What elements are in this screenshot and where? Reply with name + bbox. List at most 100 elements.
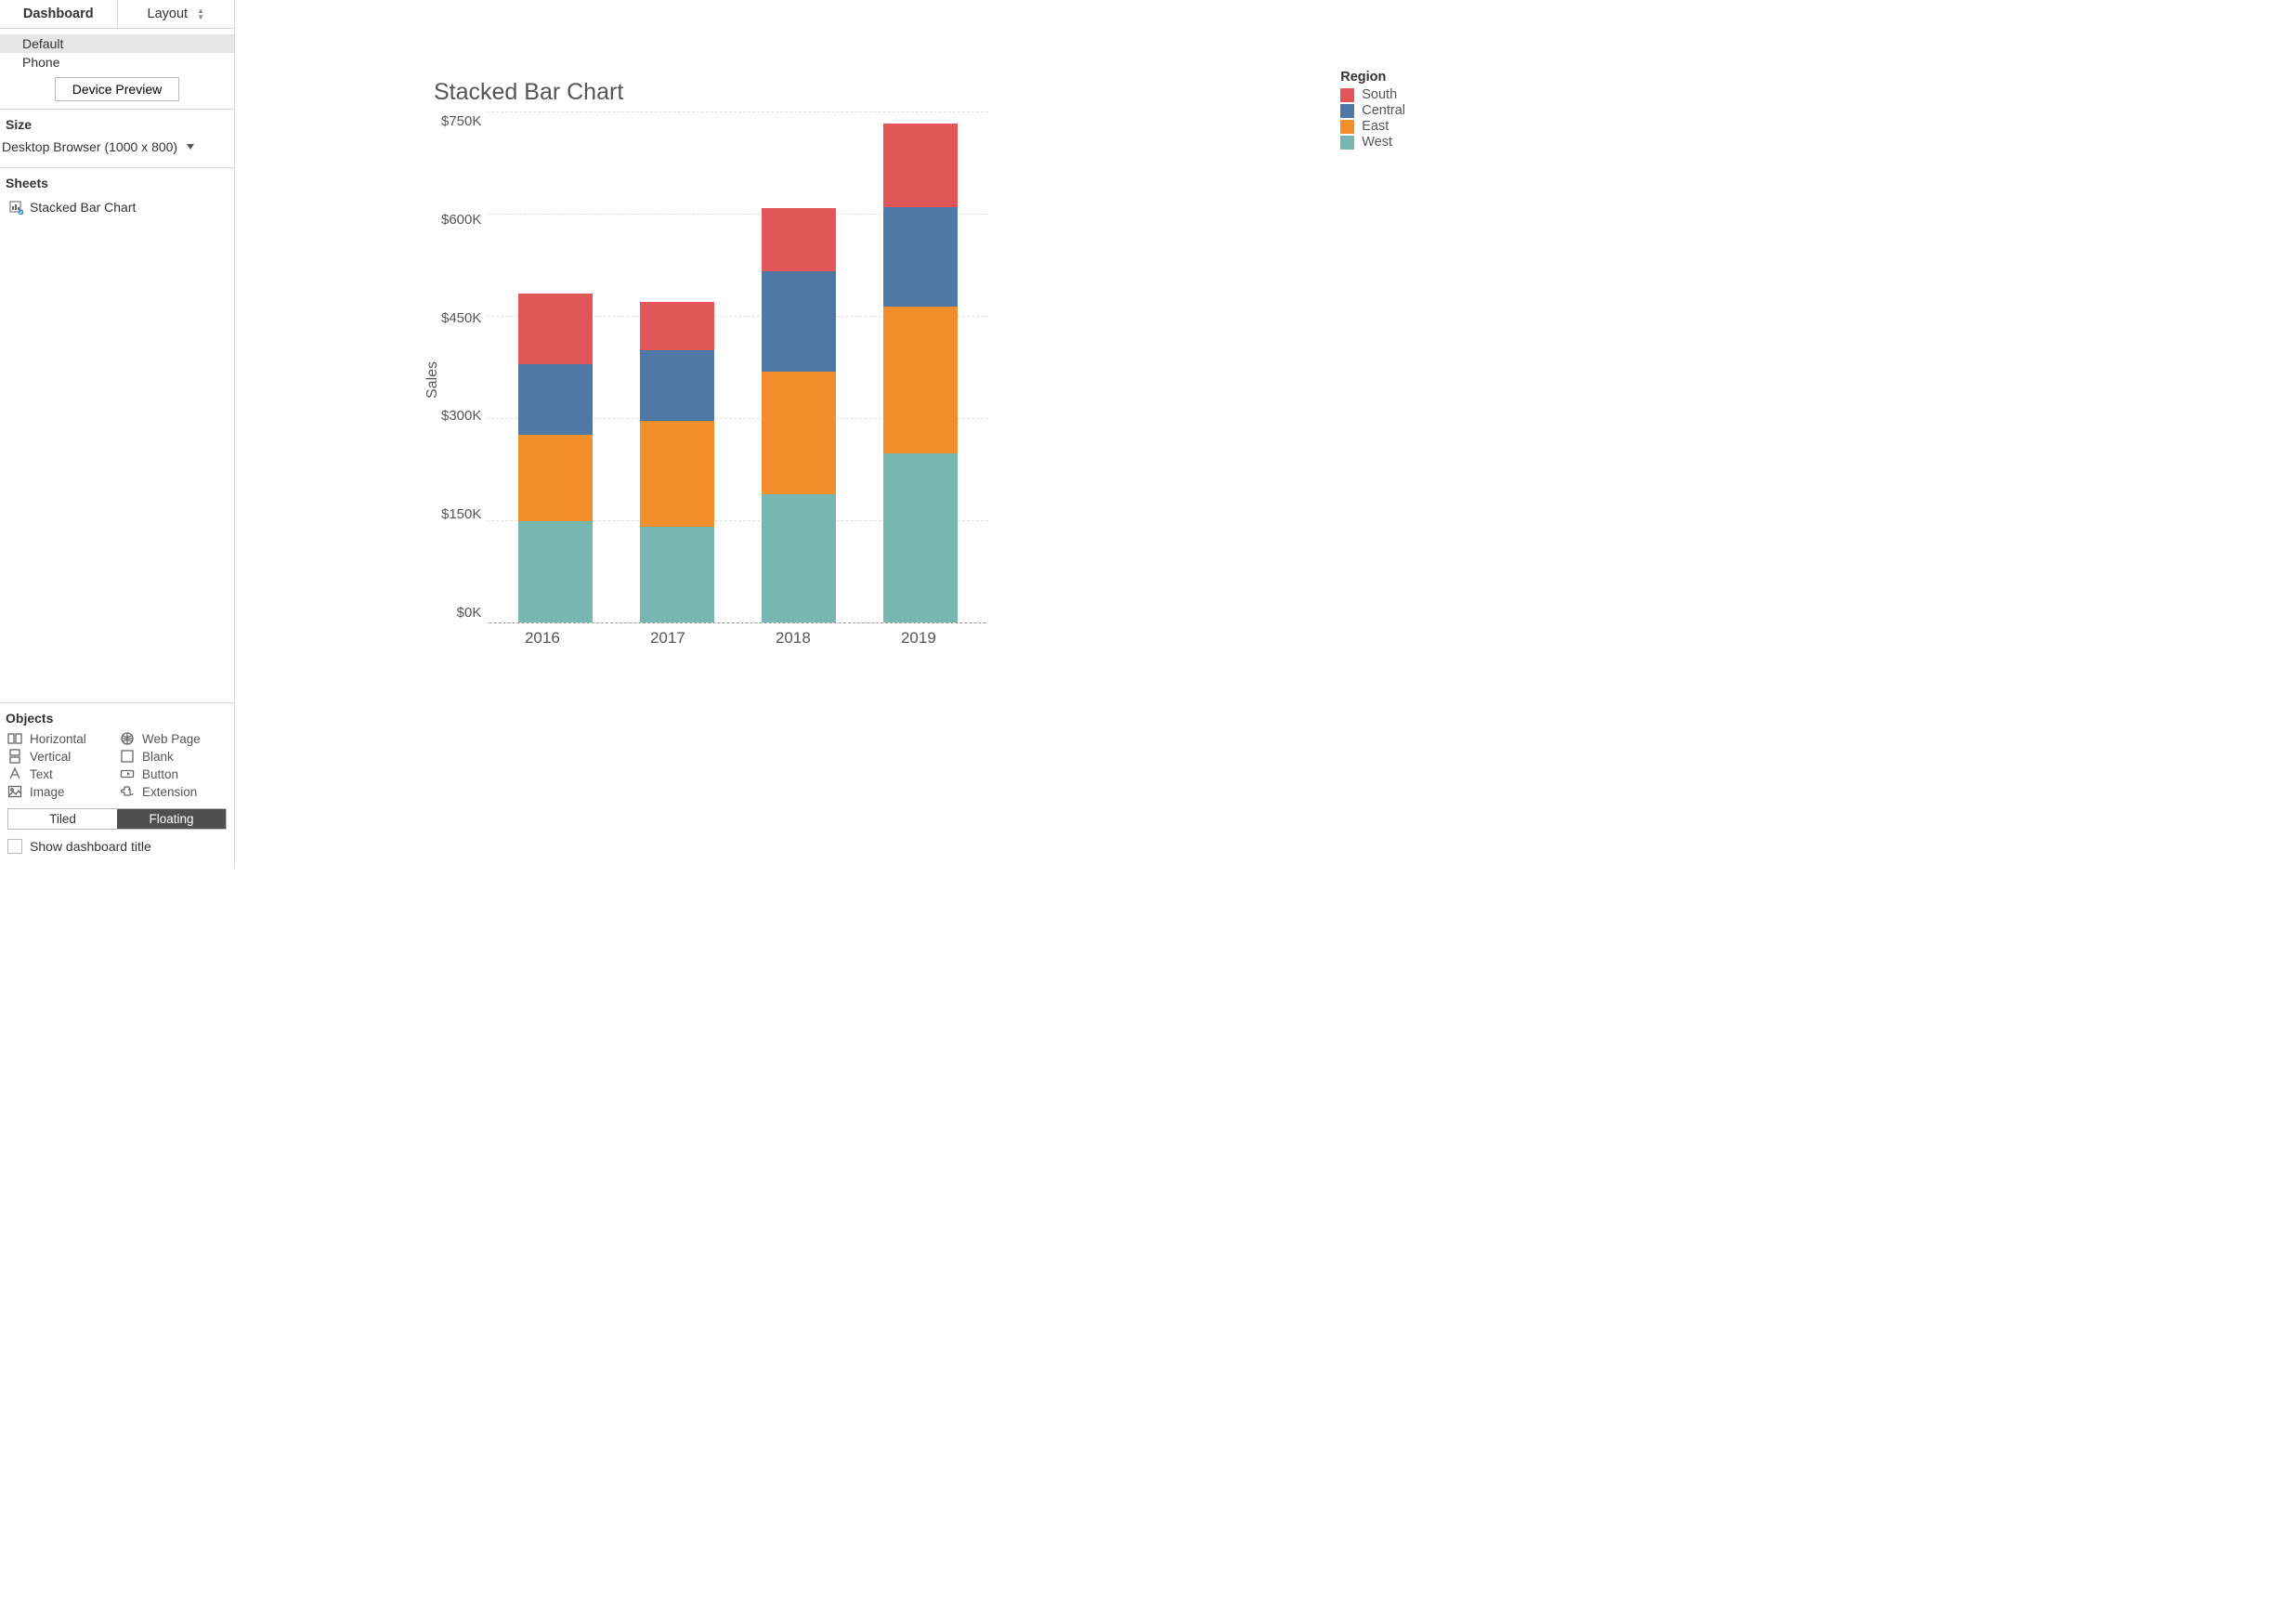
object-button[interactable]: Button	[120, 766, 227, 781]
legend-label: South	[1362, 87, 1397, 102]
object-image[interactable]: Image	[7, 784, 114, 799]
bars-group	[487, 111, 988, 622]
object-label: Web Page	[142, 732, 201, 746]
object-label: Button	[142, 767, 178, 781]
bar-2016[interactable]	[518, 294, 593, 622]
x-tick: 2017	[631, 629, 705, 648]
bar-2019[interactable]	[883, 124, 958, 623]
segment-west[interactable]	[883, 453, 958, 622]
vertical-icon	[7, 749, 22, 764]
gridline	[487, 622, 988, 623]
legend-item-west[interactable]: West	[1340, 135, 1405, 150]
object-horizontal[interactable]: Horizontal	[7, 731, 114, 746]
dashboard-side-panel: Dashboard Layout ▲▼ Default Phone Device…	[0, 0, 235, 869]
bar-2018[interactable]	[762, 208, 836, 622]
segment-central[interactable]	[883, 207, 958, 308]
y-tick: $600K	[441, 212, 481, 228]
bar-2017[interactable]	[640, 302, 714, 622]
segment-east[interactable]	[883, 307, 958, 453]
tab-dashboard[interactable]: Dashboard	[0, 0, 117, 28]
legend-title: Region	[1340, 70, 1405, 85]
text-icon	[7, 766, 22, 781]
segment-south[interactable]	[883, 124, 958, 207]
tab-layout-label: Layout	[148, 7, 189, 21]
y-axis-ticks: $750K$600K$450K$300K$150K$0K	[441, 111, 487, 622]
image-icon	[7, 784, 22, 799]
blank-icon	[120, 749, 135, 764]
object-label: Blank	[142, 750, 174, 764]
toggle-tiled[interactable]: Tiled	[8, 809, 117, 829]
extension-icon	[120, 784, 135, 799]
segment-east[interactable]	[762, 372, 836, 494]
object-text[interactable]: Text	[7, 766, 114, 781]
device-preview-button[interactable]: Device Preview	[55, 77, 179, 101]
object-webpage[interactable]: Web Page	[120, 731, 227, 746]
legend-swatch	[1340, 136, 1354, 150]
objects-grid: Horizontal Web Page Vertical Blank Text Butto…	[0, 731, 234, 799]
object-label: Vertical	[30, 750, 71, 764]
chart-title: Stacked Bar Chart	[434, 79, 1220, 106]
size-value: Desktop Browser (1000 x 800)	[2, 139, 177, 154]
segment-central[interactable]	[762, 271, 836, 372]
chevron-down-icon	[187, 144, 194, 150]
segment-east[interactable]	[518, 435, 593, 522]
y-tick: $750K	[441, 113, 481, 129]
legend-label: Central	[1362, 103, 1405, 118]
worksheet-icon	[9, 201, 22, 214]
segment-central[interactable]	[640, 350, 714, 421]
segment-central[interactable]	[518, 364, 593, 435]
legend-swatch	[1340, 88, 1354, 102]
object-label: Text	[30, 767, 53, 781]
tab-layout[interactable]: Layout ▲▼	[117, 0, 235, 28]
size-header: Size	[0, 110, 234, 137]
horizontal-icon	[7, 731, 22, 746]
legend-item-east[interactable]: East	[1340, 119, 1405, 134]
size-section: Size Desktop Browser (1000 x 800)	[0, 110, 234, 168]
x-tick: 2018	[756, 629, 830, 648]
chart-container: Stacked Bar Chart Sales $750K$600K$450K$…	[421, 79, 1220, 648]
device-view-list: Default Phone Device Preview	[0, 29, 234, 110]
show-title-row[interactable]: Show dashboard title	[0, 830, 234, 861]
object-blank[interactable]: Blank	[120, 749, 227, 764]
object-label: Image	[30, 785, 65, 799]
y-tick: $0K	[457, 605, 482, 621]
objects-section: Objects Horizontal Web Page Vertical Blank T…	[0, 703, 234, 869]
sort-icon: ▲▼	[197, 7, 204, 20]
legend-item-south[interactable]: South	[1340, 87, 1405, 102]
device-view-phone[interactable]: Phone	[0, 53, 234, 72]
sheets-header: Sheets	[0, 168, 234, 196]
segment-west[interactable]	[518, 521, 593, 622]
sheet-item-label: Stacked Bar Chart	[30, 200, 136, 215]
segment-south[interactable]	[762, 208, 836, 271]
layout-mode-toggle: Tiled Floating	[7, 808, 227, 830]
legend: Region SouthCentralEastWest	[1340, 70, 1405, 151]
legend-swatch	[1340, 104, 1354, 118]
x-tick: 2019	[881, 629, 956, 648]
object-vertical[interactable]: Vertical	[7, 749, 114, 764]
device-view-default[interactable]: Default	[0, 34, 234, 53]
webpage-icon	[120, 731, 135, 746]
dashboard-canvas[interactable]: Stacked Bar Chart Sales $750K$600K$450K$…	[235, 0, 1215, 869]
button-icon	[120, 766, 135, 781]
segment-west[interactable]	[762, 494, 836, 622]
show-title-label: Show dashboard title	[30, 839, 151, 854]
object-extension[interactable]: Extension	[120, 784, 227, 799]
y-tick: $150K	[441, 506, 481, 522]
segment-south[interactable]	[640, 302, 714, 351]
legend-label: West	[1362, 135, 1392, 150]
y-axis-label: Sales	[421, 111, 441, 648]
legend-item-central[interactable]: Central	[1340, 103, 1405, 118]
checkbox-unchecked-icon[interactable]	[7, 839, 22, 854]
y-tick: $300K	[441, 408, 481, 424]
legend-swatch	[1340, 120, 1354, 134]
sheet-item[interactable]: Stacked Bar Chart	[0, 196, 234, 218]
plot-area[interactable]	[487, 111, 988, 623]
size-dropdown[interactable]: Desktop Browser (1000 x 800)	[0, 137, 234, 158]
segment-east[interactable]	[640, 421, 714, 527]
objects-header: Objects	[0, 703, 234, 731]
segment-west[interactable]	[640, 527, 714, 622]
toggle-floating[interactable]: Floating	[117, 809, 226, 829]
x-tick: 2016	[505, 629, 580, 648]
sheets-section: Sheets Stacked Bar Chart	[0, 168, 234, 703]
segment-south[interactable]	[518, 294, 593, 364]
